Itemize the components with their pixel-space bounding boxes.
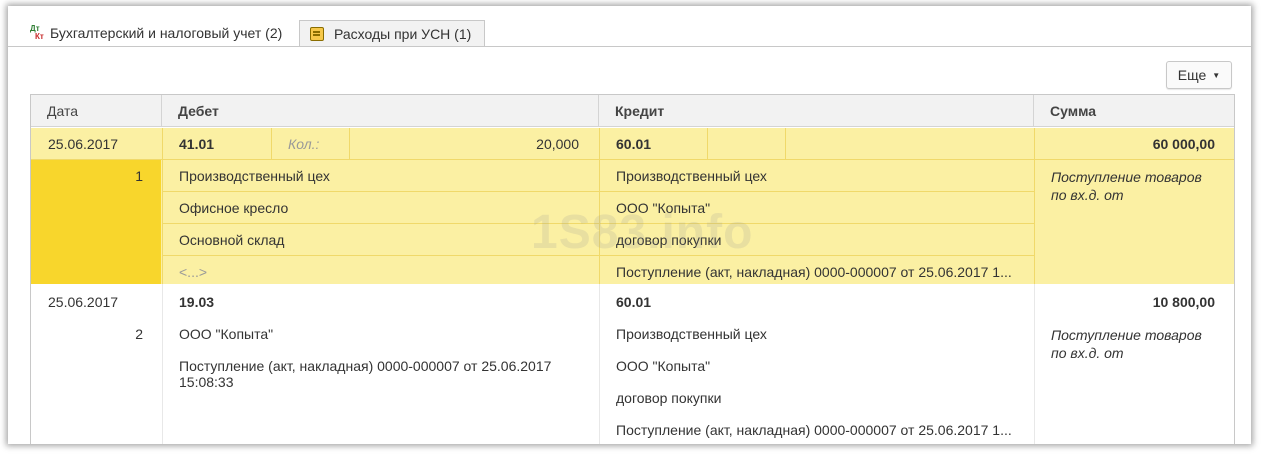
col-header-sum-label: Сумма bbox=[1050, 102, 1097, 119]
debit-subconto-2: Поступление (акт, накладная) 0000-000007… bbox=[179, 358, 552, 374]
col-header-credit[interactable]: Кредит bbox=[599, 95, 1034, 127]
more-button[interactable]: Еще ▼ bbox=[1166, 61, 1232, 89]
chevron-down-icon: ▼ bbox=[1212, 70, 1221, 80]
entries-table: Дата Дебет Кредит Сумма 25.06.2017 41.01… bbox=[30, 94, 1235, 444]
debit-subconto-2: Офисное кресло bbox=[179, 200, 289, 216]
row-date: 25.06.2017 bbox=[48, 136, 119, 152]
tab-accounting-label: Бухгалтерский и налоговый учет (2) bbox=[50, 25, 283, 41]
credit-subconto-4: Поступление (акт, накладная) 0000-000007… bbox=[616, 422, 1012, 438]
col-divider bbox=[162, 128, 163, 284]
row-divider bbox=[162, 159, 1034, 160]
credit-subconto-1: Производственный цех bbox=[616, 168, 767, 184]
col-divider bbox=[785, 128, 786, 159]
debit-subconto-3: Основной склад bbox=[179, 232, 285, 248]
dt-kt-icon: Дт Кт bbox=[30, 24, 44, 41]
debit-subconto-4: <...> bbox=[179, 264, 208, 280]
credit-subconto-3: договор покупки bbox=[616, 390, 722, 406]
watermark: 1S83.info bbox=[531, 206, 754, 259]
credit-subconto-2: ООО "Копыта" bbox=[616, 358, 711, 374]
debit-subconto-1: Производственный цех bbox=[179, 168, 330, 184]
row-comment: Поступление товаров по вх.д. от bbox=[1051, 169, 1202, 203]
row-number: 2 bbox=[135, 326, 143, 342]
tab-accounting[interactable]: Дт Кт Бухгалтерский и налоговый учет (2) bbox=[20, 20, 298, 46]
row-sum: 60 000,00 bbox=[1152, 136, 1215, 152]
debit-subconto-2-time: 15:08:33 bbox=[179, 374, 234, 390]
col-divider bbox=[349, 128, 350, 159]
col-divider bbox=[162, 284, 163, 444]
qty-value: 20,000 bbox=[536, 136, 579, 152]
col-divider bbox=[599, 284, 600, 444]
row-divider bbox=[162, 191, 1034, 192]
col-header-sum[interactable]: Сумма bbox=[1034, 95, 1234, 127]
debit-account: 41.01 bbox=[179, 136, 215, 152]
credit-account: 60.01 bbox=[616, 294, 652, 310]
col-divider bbox=[271, 128, 272, 159]
usn-icon bbox=[310, 26, 324, 41]
col-divider bbox=[707, 128, 708, 159]
col-header-credit-label: Кредит bbox=[615, 102, 665, 119]
col-divider bbox=[1034, 284, 1035, 444]
col-header-debit[interactable]: Дебет bbox=[162, 95, 599, 127]
row-divider bbox=[1034, 159, 1234, 160]
col-divider bbox=[1034, 128, 1035, 284]
credit-subconto-1: Производственный цех bbox=[616, 326, 767, 342]
col-header-debit-label: Дебет bbox=[178, 102, 219, 119]
tab-bar: Дт Кт Бухгалтерский и налоговый учет (2) … bbox=[8, 6, 1251, 47]
tab-usn-expenses[interactable]: Расходы при УСН (1) bbox=[299, 20, 485, 46]
credit-account: 60.01 bbox=[616, 136, 652, 152]
row-sum: 10 800,00 bbox=[1152, 294, 1215, 310]
credit-subconto-4: Поступление (акт, накладная) 0000-000007… bbox=[616, 264, 1012, 280]
row-comment: Поступление товаров по вх.д. от bbox=[1051, 327, 1202, 361]
debit-subconto-1: ООО "Копыта" bbox=[179, 326, 274, 342]
col-header-date-label: Дата bbox=[47, 102, 79, 119]
more-button-label: Еще bbox=[1177, 67, 1207, 83]
row-divider bbox=[31, 159, 162, 160]
row-date: 25.06.2017 bbox=[48, 294, 119, 310]
tab-usn-label: Расходы при УСН (1) bbox=[334, 25, 472, 42]
qty-label: Кол.: bbox=[288, 136, 320, 152]
debit-account: 19.03 bbox=[179, 294, 215, 310]
row-number: 1 bbox=[135, 168, 143, 184]
document-window: Дт Кт Бухгалтерский и налоговый учет (2) … bbox=[8, 6, 1251, 444]
col-header-date[interactable]: Дата bbox=[31, 95, 162, 127]
